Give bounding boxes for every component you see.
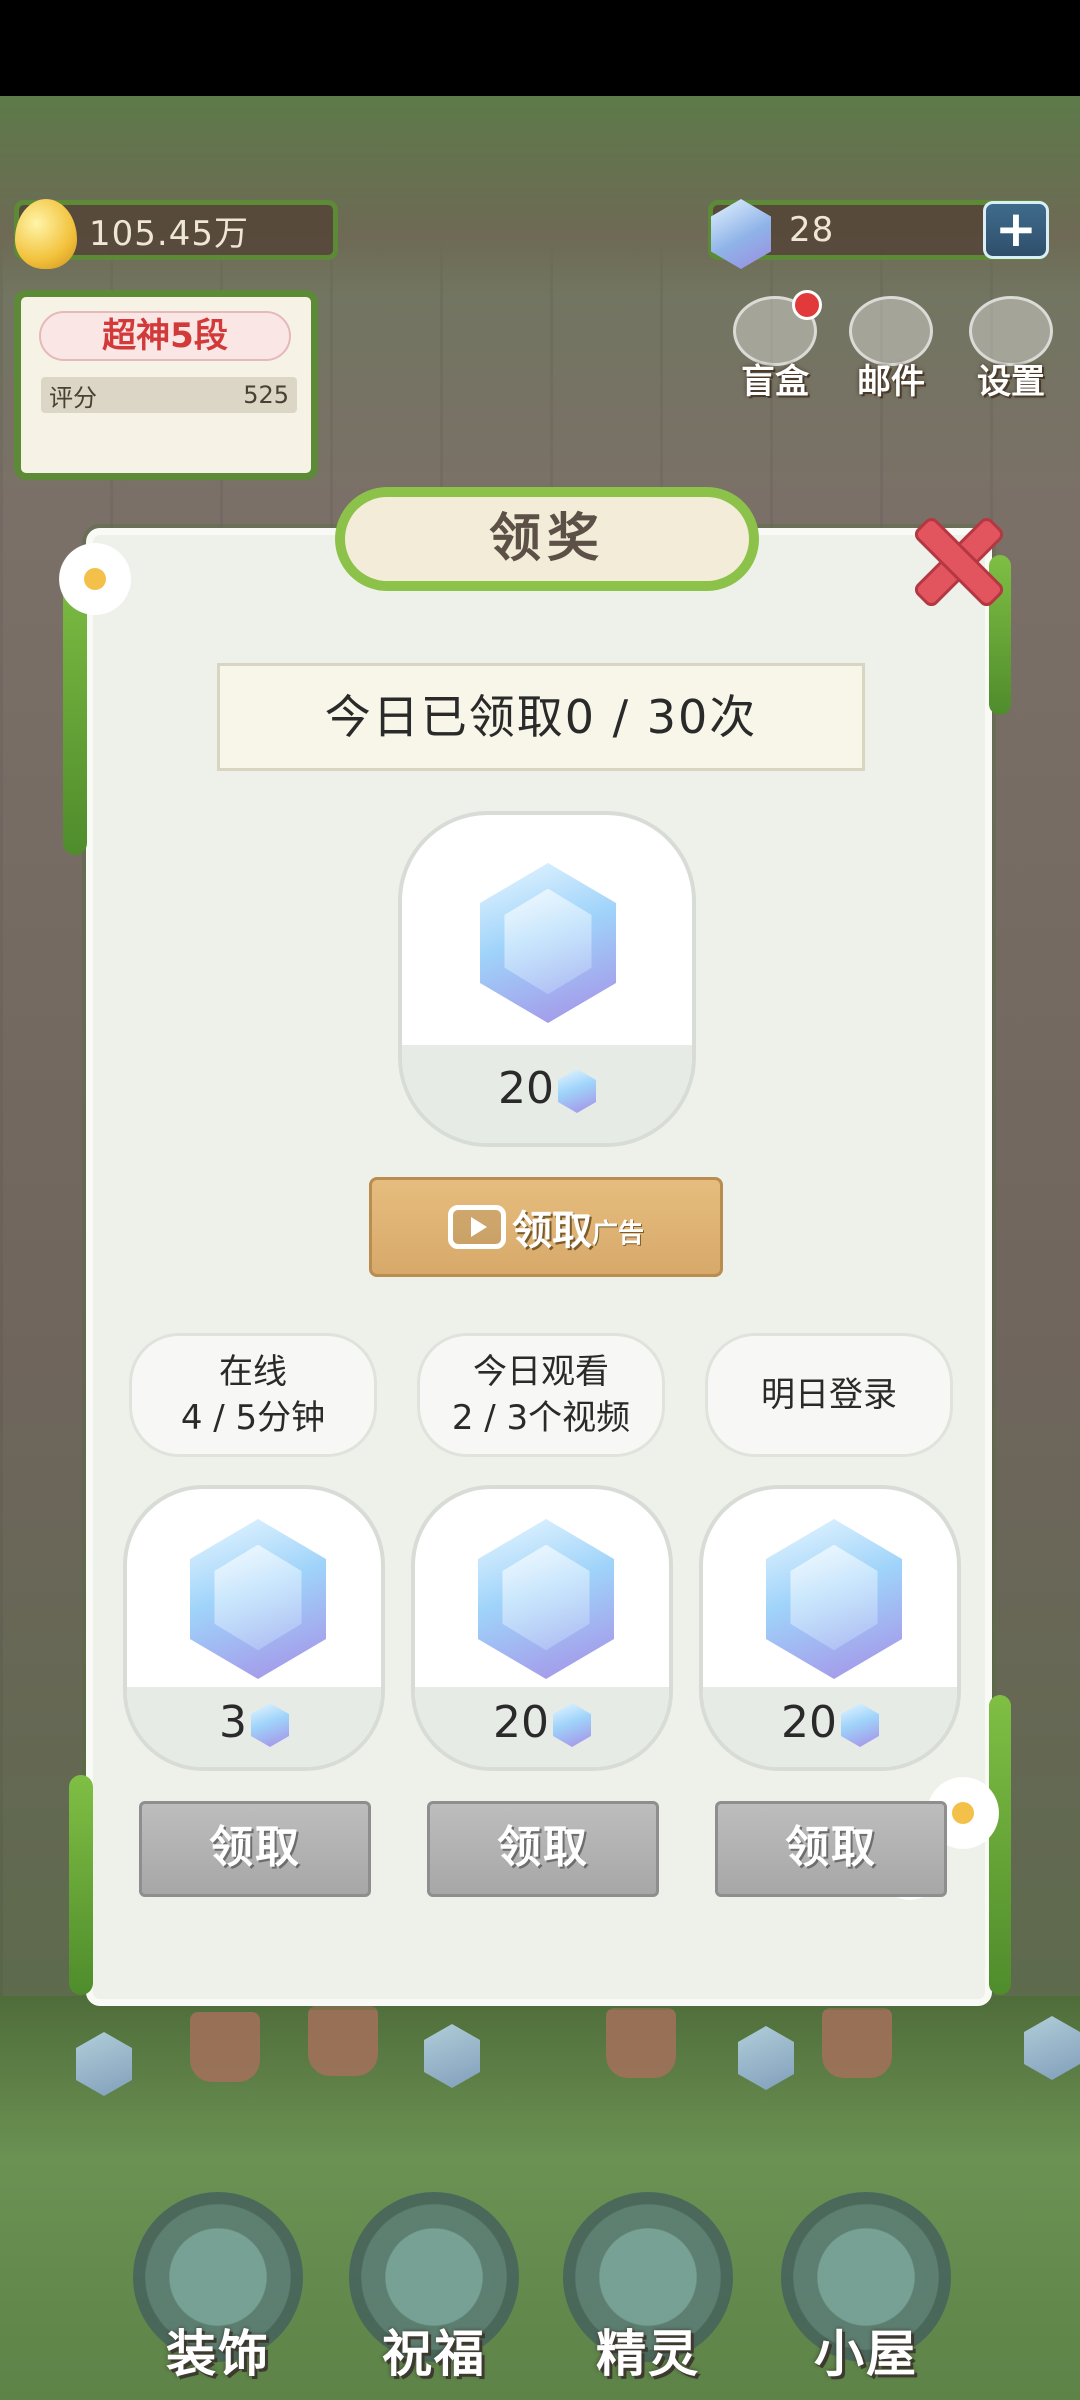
nav-spirit-label: 精灵 (596, 2325, 700, 2383)
task-online: 在线 4 / 5分钟 (129, 1333, 377, 1457)
claim-online-button[interactable]: 领取 (139, 1801, 371, 1897)
dialog-title: 领奖 (345, 497, 749, 581)
plant-pot (190, 2012, 260, 2082)
task-title: 今日观看 (473, 1352, 609, 1392)
vine-decoration (989, 1695, 1011, 1995)
gem-icon (190, 1519, 326, 1679)
nav-house-label: 小屋 (814, 2325, 918, 2383)
task-reward-count: 20 (781, 1697, 837, 1748)
task-watch-video: 今日观看 2 / 3个视频 (417, 1333, 665, 1457)
close-button[interactable] (905, 509, 1001, 605)
plant-pot (822, 2008, 892, 2078)
dialog-title-frame: 领奖 (335, 487, 759, 591)
rank-card[interactable]: 超神5段 评分 525 (14, 290, 318, 480)
status-bar (0, 0, 1080, 96)
plant-pot (606, 2008, 676, 2078)
gem-icon (478, 1519, 614, 1679)
score-value: 525 (243, 381, 289, 409)
gem-icon (766, 1519, 902, 1679)
claim-login-button[interactable]: 领取 (715, 1801, 947, 1897)
reward-count: 20 (703, 1697, 957, 1748)
nav-blessing[interactable]: 祝福 (346, 2192, 522, 2392)
plant-pot (308, 2006, 378, 2076)
rank-title: 超神5段 (39, 311, 291, 361)
nav-blessing-label: 祝福 (382, 2325, 486, 2383)
task-reward-card: 20 (699, 1485, 961, 1771)
task-login-tomorrow: 明日登录 (705, 1333, 953, 1457)
reward-dialog: 领奖 今日已领取0 / 30次 20 领取 广告 在线 4 / 5分钟 3 领取… (53, 487, 1011, 2006)
gem-value: 28 (789, 210, 835, 250)
gem-icon (558, 1069, 596, 1113)
rank-score-row: 评分 525 (41, 377, 297, 413)
vine-decoration (69, 1775, 93, 1995)
nav-decor-label: 装饰 (166, 2325, 270, 2383)
settings-button[interactable]: 设置 (956, 296, 1066, 406)
main-reward-count: 20 (498, 1063, 554, 1114)
task-reward-count: 20 (493, 1697, 549, 1748)
task-progress: 4 / 5分钟 (180, 1398, 326, 1438)
gem-icon (251, 1703, 289, 1747)
task-progress: 2 / 3个视频 (451, 1398, 631, 1438)
score-label: 评分 (49, 383, 97, 412)
blind-box-label: 盲盒 (741, 362, 809, 402)
nav-decor[interactable]: 装饰 (130, 2192, 306, 2392)
gem-icon (480, 863, 616, 1023)
claim-video-button[interactable]: 领取 (427, 1801, 659, 1897)
blind-box-button[interactable]: 盲盒 (720, 290, 830, 406)
reward-count: 20 (402, 1063, 692, 1114)
gold-egg-icon (15, 199, 77, 269)
mail-button[interactable]: 邮件 (836, 296, 946, 406)
settings-label: 设置 (977, 362, 1045, 402)
nav-spirit[interactable]: 精灵 (560, 2192, 736, 2392)
task-title: 在线 (219, 1352, 287, 1392)
task-reward-card: 3 (123, 1485, 385, 1771)
gem-icon (841, 1703, 879, 1747)
roof-foliage (0, 96, 1080, 296)
ad-tag: 广告 (591, 1218, 644, 1249)
tv-play-icon (447, 1205, 506, 1249)
gem-icon (553, 1703, 591, 1747)
nav-house[interactable]: 小屋 (778, 2192, 954, 2392)
gold-counter: 105.45万 (14, 199, 338, 269)
notification-dot (792, 290, 822, 320)
mail-label: 邮件 (857, 362, 925, 402)
gem-icon (711, 199, 771, 269)
ad-claim-label: 领取 (511, 1208, 592, 1254)
task-reward-count: 3 (219, 1697, 247, 1748)
watch-ad-claim-button[interactable]: 领取 广告 (369, 1177, 723, 1277)
task-title: 明日登录 (761, 1375, 897, 1415)
reward-count: 20 (415, 1697, 669, 1748)
daisy-flower-icon (53, 537, 137, 621)
reward-count: 3 (127, 1697, 381, 1748)
task-reward-card: 20 (411, 1485, 673, 1771)
add-gems-button[interactable]: + (983, 201, 1049, 259)
gem-counter: 28 + (708, 199, 1049, 269)
claimed-today-banner: 今日已领取0 / 30次 (217, 663, 865, 771)
main-reward-card: 20 (398, 811, 696, 1147)
gold-value: 105.45万 (89, 213, 249, 254)
